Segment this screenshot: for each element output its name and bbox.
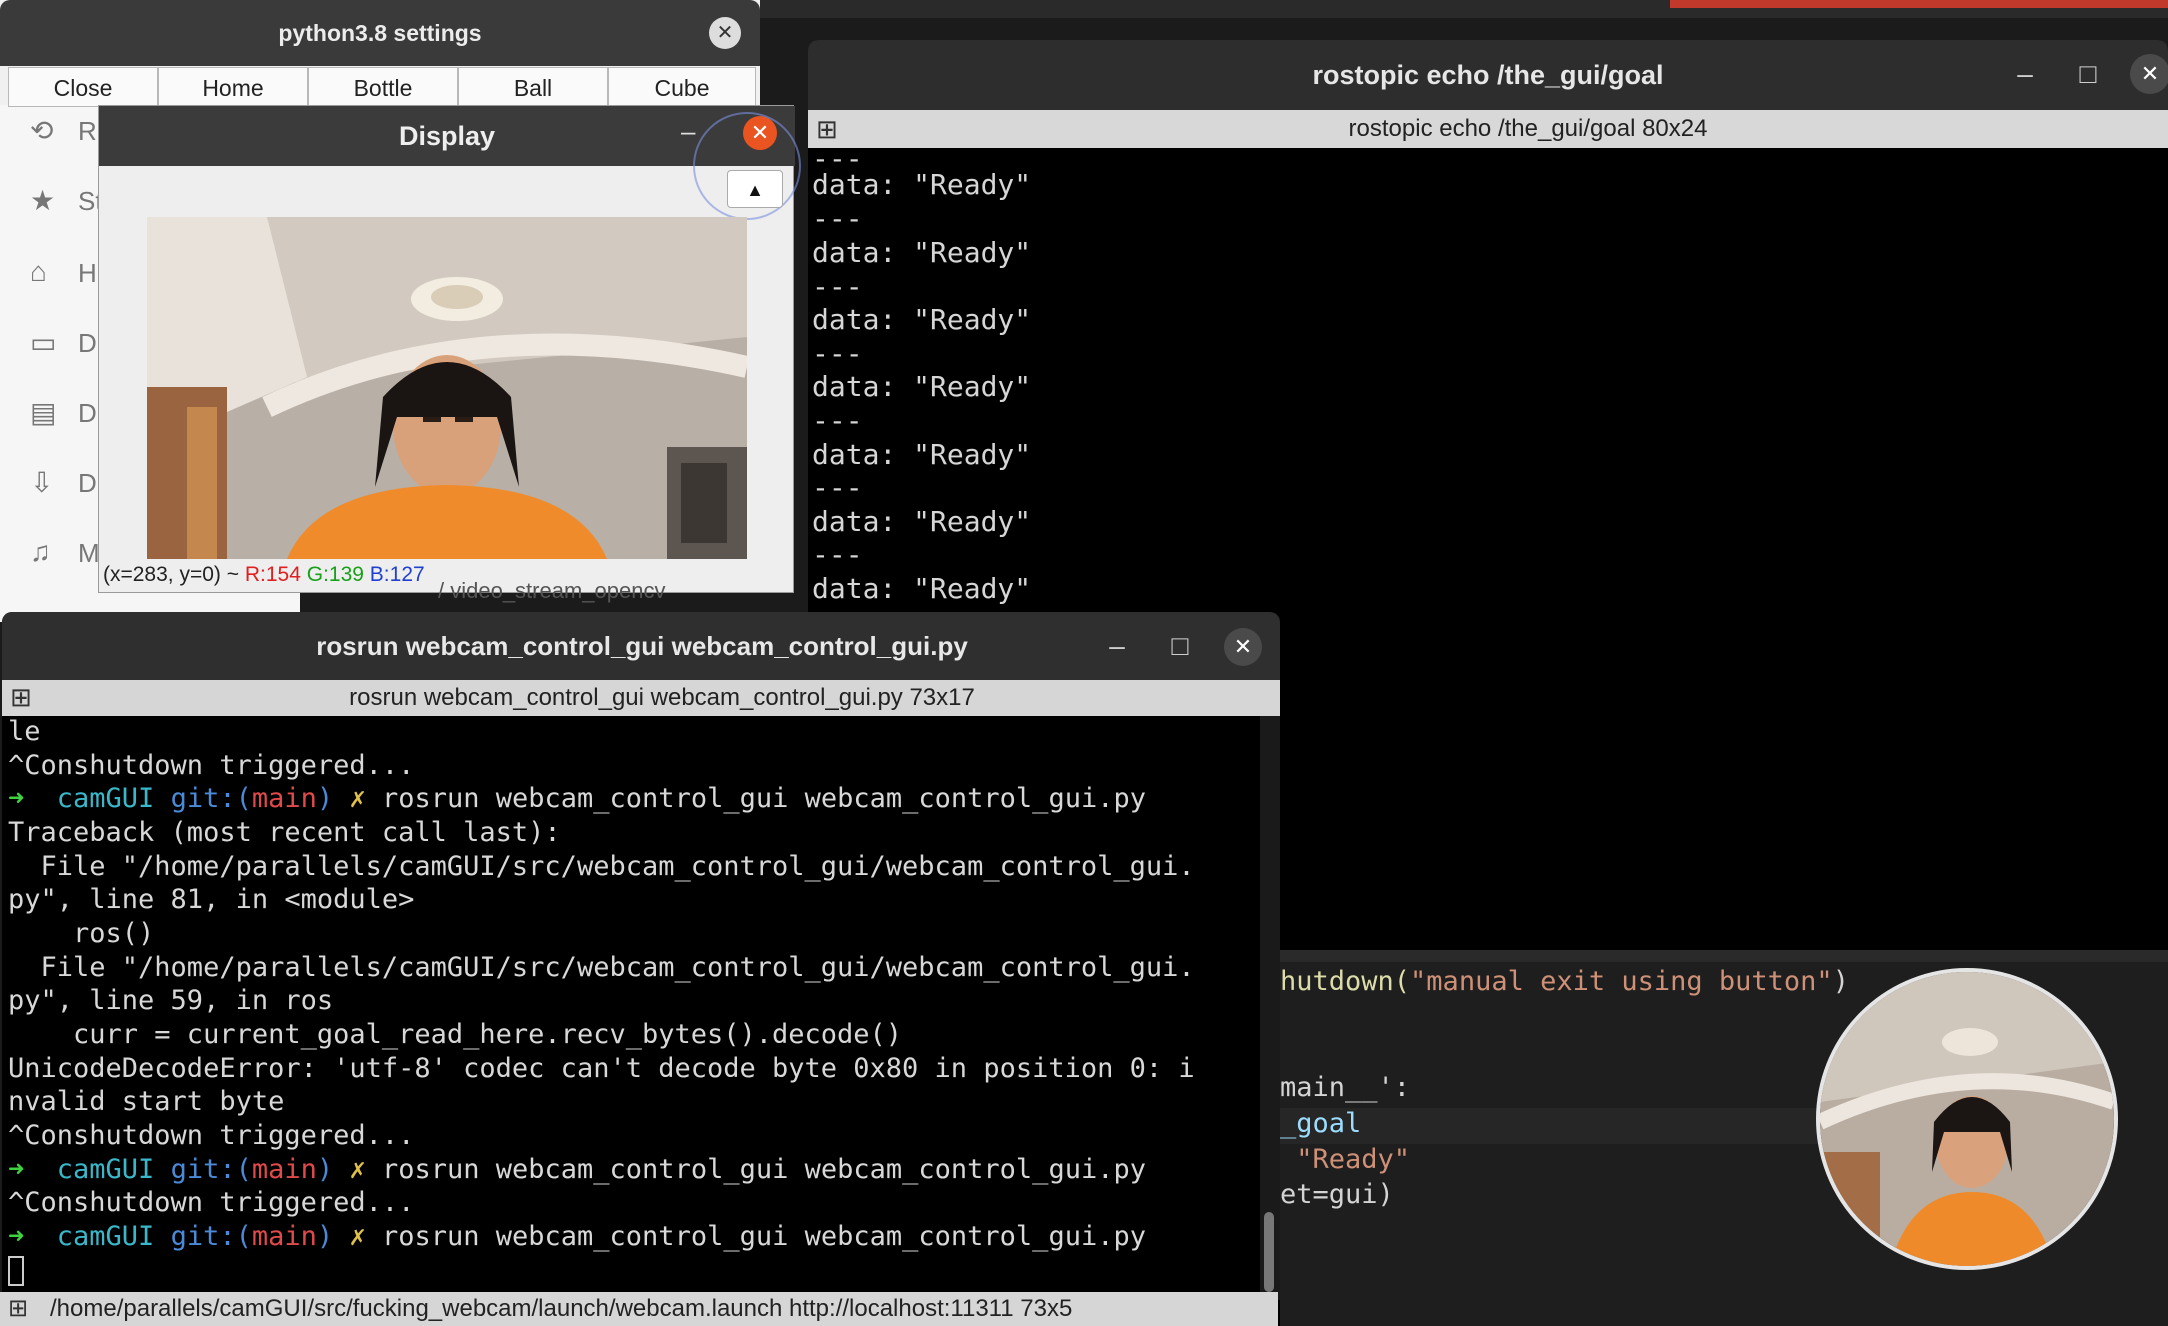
terminal-line: nvalid start byte [8, 1086, 285, 1117]
pixel-coordinates: (x=283, y=0) ~ [103, 563, 245, 586]
scrollbar-thumb[interactable] [1264, 1212, 1274, 1292]
terminal-line: data: "Ready" [812, 303, 1032, 336]
pixel-green-value: G:139 [306, 563, 364, 586]
prompt-line: ➜ camGUI git:(main) ✗ rosrun webcam_cont… [8, 783, 1146, 814]
sidebar-item-label[interactable]: R [78, 116, 97, 147]
code-line: _goal [1280, 1108, 1362, 1139]
terminal-line: File "/home/parallels/camGUI/src/webcam_… [8, 952, 1195, 983]
code-line: et=gui) [1280, 1179, 1394, 1210]
background-path-text: / video_stream_opencv [438, 578, 666, 603]
terminal-line: data: "Ready" [812, 438, 1032, 471]
ball-button[interactable]: Ball [458, 67, 608, 107]
rostopic-tab-label[interactable]: rostopic echo /the_gui/goal 80x24 [808, 110, 2168, 148]
code-line: hutdown("manual exit using button") [1280, 966, 1849, 997]
settings-window-title: python3.8 settings [278, 20, 482, 46]
rosrun-terminal-output[interactable]: le ^Conshutdown triggered... ➜ camGUI gi… [2, 716, 1262, 1300]
desktop-icon[interactable]: ▭ [30, 326, 56, 359]
home-button[interactable]: Home [158, 67, 308, 107]
terminal-line: ^Conshutdown triggered... [8, 1187, 415, 1218]
rosrun-terminal-window: rosrun webcam_control_gui webcam_control… [2, 612, 1280, 1326]
bottle-button[interactable]: Bottle [308, 67, 458, 107]
terminal-line: --- [812, 202, 863, 235]
webcam-frame[interactable] [147, 217, 747, 559]
terminal-line: py", line 59, in ros [8, 985, 334, 1016]
terminal-line: File "/home/parallels/camGUI/src/webcam_… [8, 851, 1195, 882]
new-tab-icon[interactable]: ⊞ [8, 1294, 28, 1324]
starred-icon[interactable]: ★ [30, 184, 55, 217]
terminal-line: data: "Ready" [812, 505, 1032, 538]
new-tab-icon[interactable]: ⊞ [816, 114, 846, 144]
terminal-line: --- [812, 270, 863, 303]
prompt-line: ➜ camGUI git:(main) ✗ rosrun webcam_cont… [8, 1154, 1146, 1185]
terminal-line: le [8, 716, 41, 747]
recent-icon[interactable]: ⟲ [30, 114, 53, 147]
terminal-line: ^Conshutdown triggered... [8, 1120, 415, 1151]
rosrun-tab-label[interactable]: rosrun webcam_control_gui webcam_control… [2, 680, 1280, 716]
terminal-line: UnicodeDecodeError: 'utf-8' codec can't … [8, 1053, 1195, 1084]
python-settings-window: python3.8 settings ✕ Close Home Bottle B… [0, 0, 760, 107]
sidebar-item-label[interactable]: D [78, 398, 97, 429]
close-button[interactable]: Close [8, 67, 158, 107]
terminal-line: data: "Ready" [812, 168, 1032, 201]
documents-icon[interactable]: ▤ [30, 396, 56, 429]
webcam-bubble-image [1820, 972, 2114, 1266]
code-editor-top-edge [1270, 950, 2168, 962]
code-line: main__': [1280, 1072, 1411, 1103]
terminal-line: Traceback (most recent call last): [8, 817, 561, 848]
desktop-top-accent [1670, 0, 2168, 8]
sidebar-item-label[interactable]: M [78, 538, 100, 569]
terminal-line: py", line 81, in <module> [8, 884, 415, 915]
close-icon[interactable]: ✕ [2130, 54, 2168, 94]
rosrun-window-title: rosrun webcam_control_gui webcam_control… [316, 631, 968, 661]
minimize-icon[interactable]: – [681, 116, 695, 147]
rostopic-window-title: rostopic echo /the_gui/goal [1312, 60, 1664, 90]
close-icon[interactable]: ✕ [709, 17, 741, 49]
new-tab-icon[interactable]: ⊞ [10, 682, 40, 712]
maximize-icon[interactable]: □ [2068, 54, 2108, 94]
terminal-line: --- [812, 471, 863, 504]
maximize-icon[interactable]: □ [1160, 626, 1200, 666]
cube-button[interactable]: Cube [608, 67, 756, 107]
sidebar-item-label[interactable]: D [78, 328, 97, 359]
terminal-line: --- [812, 337, 863, 370]
minimize-icon[interactable]: – [1097, 626, 1137, 666]
terminal-cursor [8, 1256, 24, 1286]
terminal-line: --- [812, 404, 863, 437]
terminal-line: --- [812, 538, 863, 571]
close-icon[interactable]: ✕ [1224, 628, 1262, 666]
pixel-blue-value: B:127 [369, 563, 425, 586]
code-line: "Ready" [1280, 1144, 1411, 1175]
home-icon[interactable]: ⌂ [30, 256, 47, 288]
terminal-line: data: "Ready" [812, 370, 1032, 403]
pixel-red-value: R:154 [244, 563, 301, 586]
music-icon[interactable]: ♫ [30, 536, 51, 568]
webcam-image [147, 217, 747, 559]
minimize-icon[interactable]: – [2005, 54, 2045, 94]
sidebar-item-label[interactable]: D [78, 468, 97, 499]
terminal-line: ^Conshutdown triggered... [8, 750, 415, 781]
webcam-overlay-bubble [1816, 968, 2118, 1270]
downloads-icon[interactable]: ⇩ [30, 466, 53, 499]
terminal-line: curr = current_goal_read_here.recv_bytes… [8, 1019, 903, 1050]
terminal-line: ros() [8, 918, 155, 949]
terminal-line: data: "Ready" [812, 572, 1032, 605]
pointer-tool-button[interactable]: ▲ [727, 170, 783, 208]
sidebar-item-label[interactable]: H [78, 258, 97, 289]
display-window: Display – ✕ ▲ (x=283, y=0) ~ R:154 G:139… [98, 105, 801, 593]
terminal-line: data: "Ready" [812, 236, 1032, 269]
prompt-line: ➜ camGUI git:(main) ✗ rosrun webcam_cont… [8, 1221, 1146, 1252]
launch-terminal-tab-label[interactable]: /home/parallels/camGUI/src/fucking_webca… [50, 1292, 1278, 1326]
